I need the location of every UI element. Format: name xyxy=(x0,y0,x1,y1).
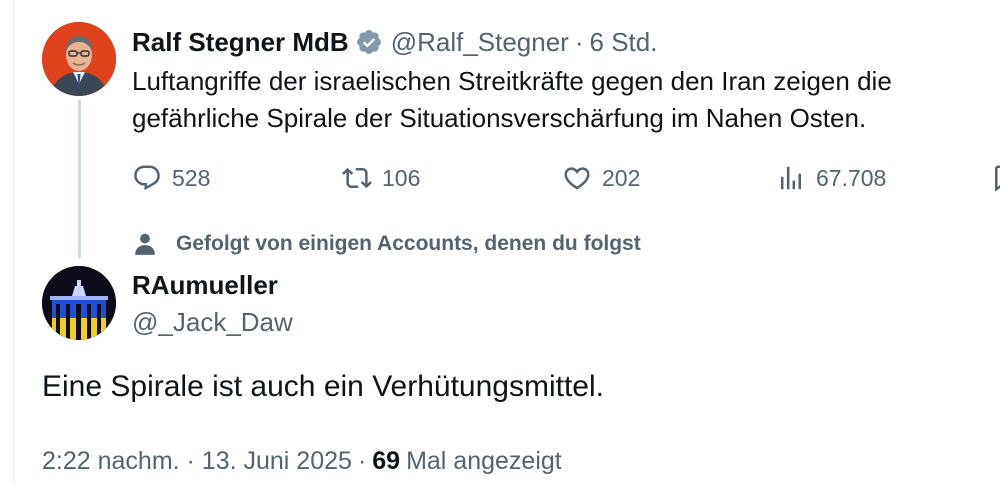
reply-icon xyxy=(134,165,160,191)
parent-author-name[interactable]: Ralf Stegner MdB xyxy=(132,27,349,58)
reply-tweet-meta: 2:22 nachm. · 13. Juni 2025 · 69 Mal ang… xyxy=(42,446,562,476)
reply-author-avatar[interactable] xyxy=(42,266,116,340)
social-context-text: Gefolgt von einigen Accounts, denen du f… xyxy=(176,232,641,255)
bookmark-button[interactable] xyxy=(990,160,1000,196)
views-count: 67.708 xyxy=(816,164,887,191)
reply-tweet-text: Eine Spirale ist auch ein Verhütungsmitt… xyxy=(42,370,604,403)
repost-count: 106 xyxy=(382,164,421,191)
repost-icon xyxy=(342,167,372,189)
avatar-portrait-image xyxy=(42,22,116,96)
reply-timestamp[interactable]: 2:22 nachm. · 13. Juni 2025 xyxy=(42,447,352,476)
person-icon xyxy=(135,233,155,255)
like-button[interactable]: 202 xyxy=(562,160,640,196)
reply-author-handle[interactable]: @_Jack_Daw xyxy=(132,307,293,338)
meta-separator: · xyxy=(357,446,367,475)
reply-view-count: 69 xyxy=(372,446,401,475)
views-button[interactable]: 67.708 xyxy=(776,160,886,196)
reply-view-label: Mal angezeigt xyxy=(406,446,562,475)
bookmark-icon xyxy=(995,165,1000,192)
header-separator: · xyxy=(574,26,584,57)
social-context[interactable]: Gefolgt von einigen Accounts, denen du f… xyxy=(132,229,641,259)
reply-count: 528 xyxy=(172,164,211,191)
parent-tweet-text: Luftangriffe der israelischen Streitkräf… xyxy=(132,66,892,133)
parent-author-avatar[interactable] xyxy=(42,22,116,96)
reply-author-name[interactable]: RAumueller xyxy=(132,270,278,301)
tweet-page: Ralf Stegner MdB @Ralf_Stegner · 6 Std. … xyxy=(0,0,1000,484)
heart-icon xyxy=(564,167,590,190)
verified-badge-icon[interactable] xyxy=(355,28,383,56)
parent-tweet-actions: 528 106 202 67.708 xyxy=(132,160,1000,196)
reply-button[interactable]: 528 xyxy=(132,160,210,196)
analytics-icon xyxy=(781,166,801,190)
thread-connector-line xyxy=(78,100,81,258)
parent-tweet-header: Ralf Stegner MdB @Ralf_Stegner · 6 Std. xyxy=(132,26,657,58)
parent-tweet-time[interactable]: 6 Std. xyxy=(590,27,658,58)
like-count: 202 xyxy=(602,164,641,191)
avatar-brandenburg-gate-image xyxy=(42,266,116,340)
timeline-border xyxy=(13,0,14,484)
parent-author-handle[interactable]: @Ralf_Stegner xyxy=(391,27,569,58)
repost-button[interactable]: 106 xyxy=(342,160,420,196)
